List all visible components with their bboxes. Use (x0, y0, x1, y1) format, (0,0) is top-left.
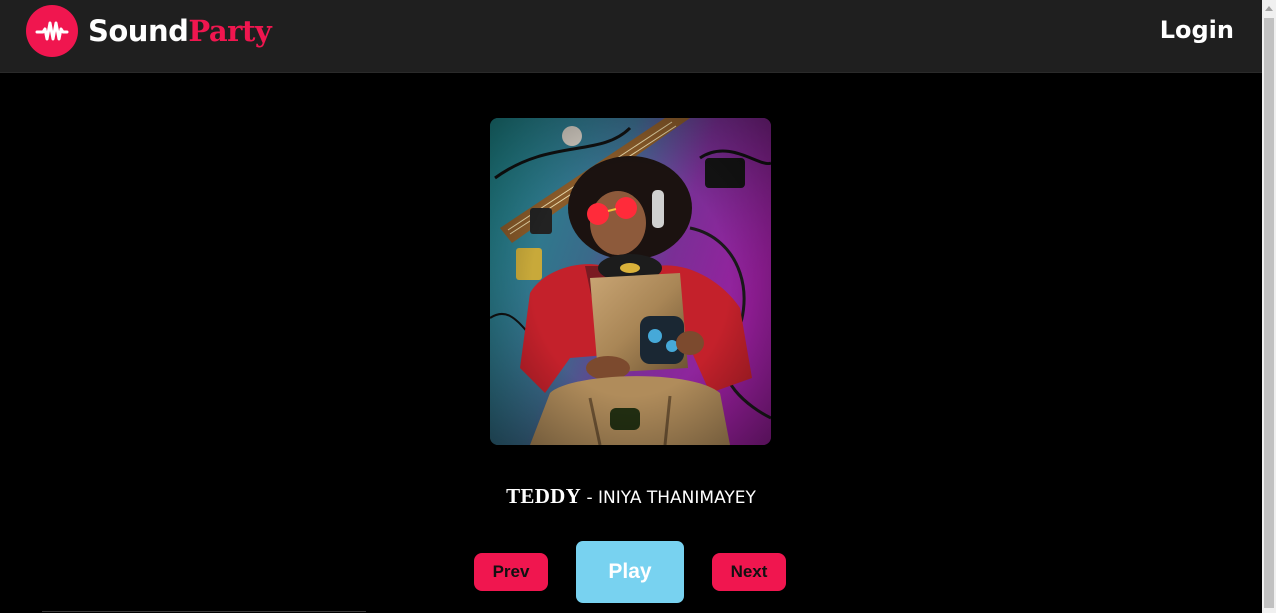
track-title: TEDDY (506, 484, 582, 508)
brand-logo-link[interactable]: SoundParty (26, 5, 272, 57)
scroll-up-icon[interactable] (1262, 0, 1276, 16)
browser-viewport: SoundParty Login TEDDY - INIYA THANIMAYE… (0, 0, 1276, 613)
waveform-icon (26, 5, 78, 57)
track-separator: - (581, 488, 599, 508)
navbar: SoundParty Login (0, 0, 1262, 73)
brand-name-sound: Sound (88, 14, 189, 48)
brand-name: SoundParty (88, 14, 272, 48)
prev-button[interactable]: Prev (474, 553, 548, 591)
vertical-scrollbar[interactable] (1262, 0, 1276, 613)
track-info: TEDDY - INIYA THANIMAYEY (0, 484, 1262, 509)
scrollbar-thumb[interactable] (1264, 18, 1274, 608)
login-link[interactable]: Login (1160, 16, 1234, 44)
divider (42, 611, 366, 612)
brand-name-party: Party (188, 14, 272, 48)
track-artist: INIYA THANIMAYEY (598, 488, 756, 508)
play-button[interactable]: Play (576, 541, 684, 603)
page: SoundParty Login TEDDY - INIYA THANIMAYE… (0, 0, 1262, 613)
album-cover-image (490, 118, 771, 445)
next-button[interactable]: Next (712, 553, 786, 591)
